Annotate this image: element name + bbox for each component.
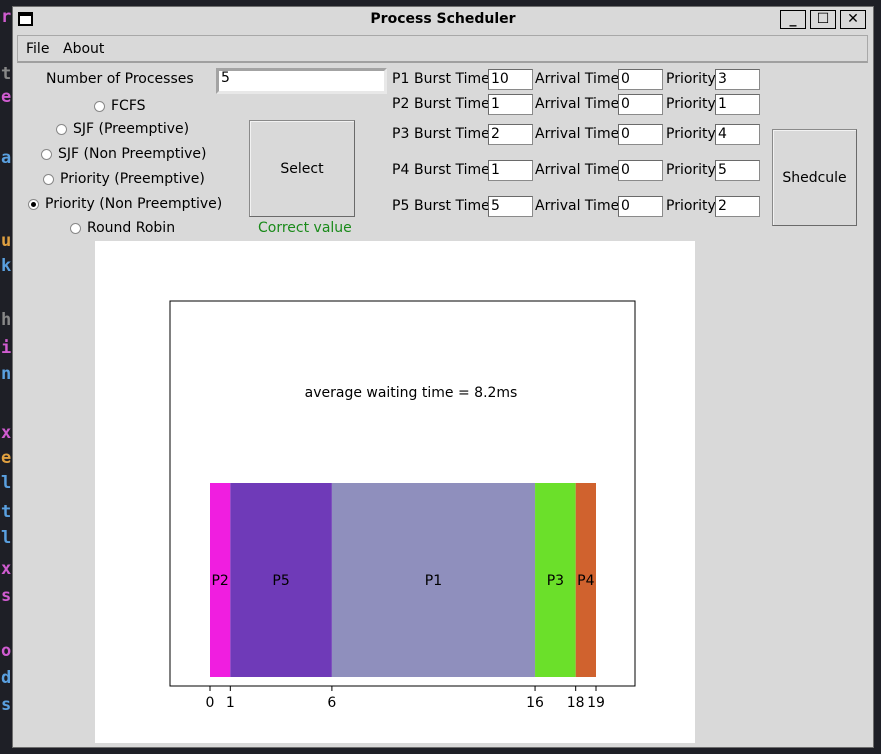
p3-arrival-input[interactable]: 0 [618, 124, 663, 145]
p2-arrival-input[interactable]: 0 [618, 94, 663, 115]
p1-priority-input[interactable]: 3 [715, 69, 760, 90]
p5-arrival-input[interactable]: 0 [618, 196, 663, 217]
arrival-time-label: Arrival Time [535, 198, 620, 214]
background-code-glyph: a [1, 148, 12, 168]
background-code-glyph: o [1, 641, 12, 661]
gantt-bar-label: P1 [425, 573, 442, 589]
p5-burst-input[interactable]: 5 [488, 196, 533, 217]
radio-priority-non-preemptive-label: Priority (Non Preemptive) [45, 196, 223, 212]
radio-sjf-non-preemptive[interactable] [41, 149, 52, 160]
close-button[interactable]: ✕ [840, 10, 866, 29]
p4-priority-input[interactable]: 5 [715, 160, 760, 181]
process-name: P2 [392, 96, 410, 112]
window-title: Process Scheduler [370, 11, 516, 27]
radio-round-robin-label: Round Robin [87, 220, 176, 236]
arrival-time-label: Arrival Time [535, 96, 620, 112]
gantt-bar-label: P2 [211, 573, 228, 589]
chart-title: average waiting time = 8.2ms [305, 385, 518, 401]
p2-priority-input[interactable]: 1 [715, 94, 760, 115]
priority-label: Priority [666, 162, 716, 178]
x-tick-label: 0 [206, 695, 215, 711]
background-code-glyph: r [1, 7, 12, 27]
radio-priority-preemptive-label: Priority (Preemptive) [60, 171, 205, 187]
title-bar: Process Scheduler _ ☐ ✕ [13, 7, 873, 33]
background-code-glyph: l [1, 473, 12, 493]
process-name: P5 [392, 198, 410, 214]
priority-label: Priority [666, 126, 716, 142]
app-window: Process Scheduler _ ☐ ✕ File About Numbe… [12, 6, 874, 748]
process-name: P4 [392, 162, 410, 178]
priority-label: Priority [666, 96, 716, 112]
background-code-glyph: l [1, 528, 12, 548]
minimize-button[interactable]: _ [780, 10, 806, 29]
gantt-bar-label: P3 [547, 573, 564, 589]
background-code-glyph: e [1, 448, 12, 468]
priority-label: Priority [666, 198, 716, 214]
x-tick-label: 16 [526, 695, 544, 711]
radio-sjf-preemptive[interactable] [56, 124, 67, 135]
process-name: P3 [392, 126, 410, 142]
p1-arrival-input[interactable]: 0 [618, 69, 663, 90]
gantt-bar-label: P5 [272, 573, 289, 589]
background-code-glyph: x [1, 423, 12, 443]
num-processes-label: Number of Processes [46, 71, 194, 87]
x-tick-label: 18 [567, 695, 585, 711]
burst-time-label: Burst Time [414, 198, 490, 214]
maximize-button[interactable]: ☐ [810, 10, 836, 29]
priority-label: Priority [666, 71, 716, 87]
p3-burst-input[interactable]: 2 [488, 124, 533, 145]
gantt-bar-label: P4 [577, 573, 594, 589]
status-message: Correct value [258, 220, 352, 236]
radio-fcfs-label: FCFS [111, 98, 146, 114]
background-code-glyph: t [1, 502, 12, 522]
menu-about[interactable]: About [63, 41, 104, 57]
radio-round-robin[interactable] [70, 223, 81, 234]
menu-file[interactable]: File [26, 41, 49, 57]
background-code-glyph: s [1, 695, 12, 715]
background-code-glyph: n [1, 364, 12, 384]
arrival-time-label: Arrival Time [535, 71, 620, 87]
background-code-glyph: t [1, 64, 12, 84]
arrival-time-label: Arrival Time [535, 126, 620, 142]
x-tick-label: 1 [226, 695, 235, 711]
radio-priority-non-preemptive[interactable] [28, 199, 39, 210]
gantt-chart-canvas: average waiting time = 8.2ms P2 P5 P1 P3 P4 … [95, 241, 695, 743]
background-code-glyph: e [1, 87, 12, 107]
radio-sjf-preemptive-label: SJF (Preemptive) [73, 121, 190, 137]
background-code-glyph: h [1, 310, 12, 330]
background-code-glyph: k [1, 256, 12, 276]
p3-priority-input[interactable]: 4 [715, 124, 760, 145]
burst-time-label: Burst Time [414, 126, 490, 142]
x-tick-label: 6 [327, 695, 336, 711]
select-button[interactable]: Select [249, 120, 355, 217]
menu-bar: File About [17, 35, 868, 63]
arrival-time-label: Arrival Time [535, 162, 620, 178]
background-code-glyph: i [1, 338, 12, 358]
process-name: P1 [392, 71, 410, 87]
p5-priority-input[interactable]: 2 [715, 196, 760, 217]
num-processes-input[interactable]: 5 [216, 68, 387, 94]
burst-time-label: Burst Time [414, 71, 490, 87]
schedule-button[interactable]: Shedcule [772, 129, 857, 226]
radio-sjf-non-preemptive-label: SJF (Non Preemptive) [58, 146, 207, 162]
gantt-chart: average waiting time = 8.2ms P2 P5 P1 P3 P4 … [169, 300, 636, 711]
background-code-glyph: u [1, 231, 12, 251]
p4-burst-input[interactable]: 1 [488, 160, 533, 181]
background-code-glyph: d [1, 668, 12, 688]
burst-time-label: Burst Time [414, 96, 490, 112]
x-tick-label: 19 [587, 695, 605, 711]
radio-priority-preemptive[interactable] [43, 174, 54, 185]
p2-burst-input[interactable]: 1 [488, 94, 533, 115]
p4-arrival-input[interactable]: 0 [618, 160, 663, 181]
background-code-glyph: x [1, 559, 12, 579]
background-code-glyph: s [1, 586, 12, 606]
burst-time-label: Burst Time [414, 162, 490, 178]
radio-fcfs[interactable] [94, 101, 105, 112]
p1-burst-input[interactable]: 10 [488, 69, 533, 90]
